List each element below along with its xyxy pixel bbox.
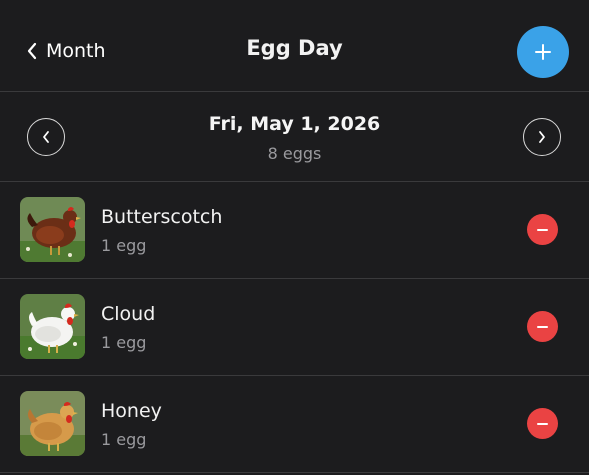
hen-photo	[20, 391, 85, 456]
list-item[interactable]: Butterscotch 1 egg	[0, 182, 589, 279]
minus-icon	[537, 228, 548, 231]
buff-hen-photo	[20, 391, 85, 456]
list-item[interactable]: Honey 1 egg	[0, 376, 589, 473]
remove-egg-button[interactable]	[527, 311, 558, 342]
hen-egg-count: 1 egg	[101, 333, 147, 352]
hen-name: Honey	[101, 400, 162, 422]
list-item[interactable]: Cloud 1 egg	[0, 279, 589, 376]
remove-egg-button[interactable]	[527, 408, 558, 439]
egg-count: 8 eggs	[267, 144, 322, 163]
hen-egg-count: 1 egg	[101, 236, 147, 255]
hen-photo	[20, 294, 85, 359]
chevron-right-icon	[539, 131, 545, 143]
hen-name: Butterscotch	[101, 206, 223, 228]
hen-photo	[20, 197, 85, 262]
date-navigator: Fri, May 1, 2026 8 eggs	[0, 92, 589, 182]
white-hen-photo	[20, 294, 85, 359]
hen-egg-count: 1 egg	[101, 430, 147, 449]
minus-icon	[537, 422, 548, 425]
page-title: Egg Day	[246, 36, 343, 60]
hen-name: Cloud	[101, 303, 156, 325]
plus-icon	[535, 44, 551, 60]
remove-egg-button[interactable]	[527, 214, 558, 245]
date-label: Fri, May 1, 2026	[208, 113, 381, 135]
add-button[interactable]	[517, 26, 569, 78]
next-day-button[interactable]	[523, 118, 561, 156]
hen-list: Butterscotch 1 egg Cloud 1 egg Honey 1 e…	[0, 182, 589, 473]
minus-icon	[537, 325, 548, 328]
brown-hen-photo	[20, 197, 85, 262]
nav-bar: Month Egg Day	[0, 0, 589, 92]
